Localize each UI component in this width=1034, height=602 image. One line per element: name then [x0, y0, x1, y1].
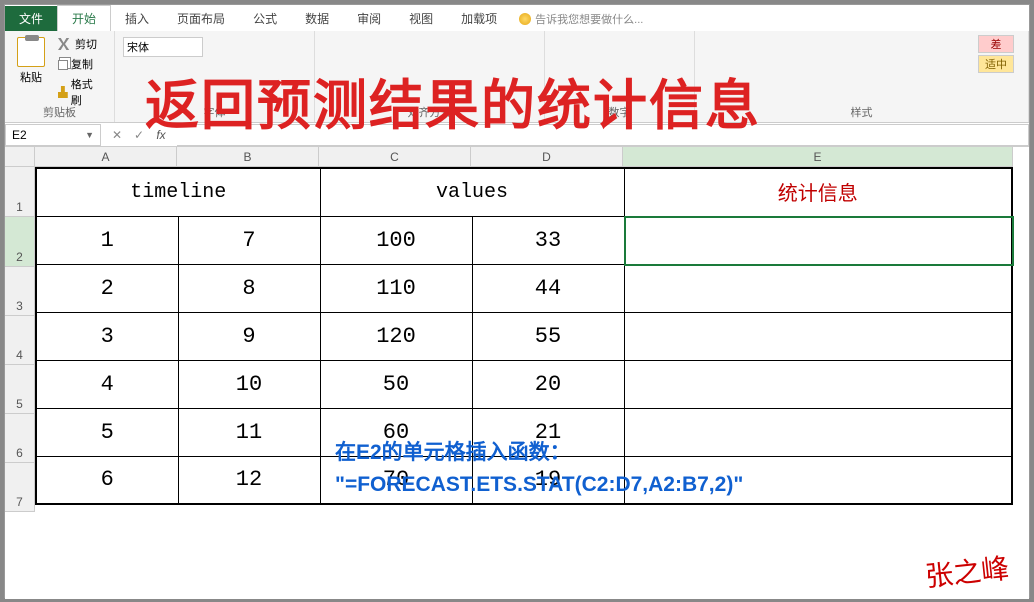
cell[interactable]: 5 — [36, 408, 178, 456]
style-bad[interactable]: 差 — [978, 35, 1014, 53]
tab-file[interactable]: 文件 — [5, 6, 57, 31]
ribbon-group-styles: 差 适中 样式 — [695, 31, 1029, 122]
signature: 张之峰 — [923, 547, 1011, 596]
tab-insert[interactable]: 插入 — [111, 6, 163, 31]
cell[interactable]: 21 — [472, 408, 624, 456]
col-header-a[interactable]: A — [35, 147, 177, 167]
header-timeline[interactable]: timeline — [36, 168, 320, 216]
cell[interactable]: 100 — [320, 216, 472, 264]
cell-e2[interactable] — [624, 216, 1012, 264]
lightbulb-icon — [519, 13, 531, 25]
formula-bar-row: E2 ▼ ✕ ✓ fx — [5, 123, 1029, 147]
col-header-c[interactable]: C — [319, 147, 471, 167]
tab-page-layout[interactable]: 页面布局 — [163, 6, 239, 31]
cell[interactable]: 44 — [472, 264, 624, 312]
column-headers: A B C D E — [5, 147, 1029, 167]
copy-button[interactable]: 复制 — [55, 55, 106, 73]
insert-function-button[interactable]: fx — [151, 126, 171, 144]
row-header-1[interactable]: 1 — [5, 167, 35, 217]
cell[interactable]: 20 — [472, 360, 624, 408]
cell[interactable]: 1 — [36, 216, 178, 264]
ribbon-group-label: 样式 — [695, 104, 1028, 120]
tab-addins[interactable]: 加载项 — [447, 6, 511, 31]
tab-home[interactable]: 开始 — [57, 5, 111, 31]
col-header-d[interactable]: D — [471, 147, 623, 167]
data-table: timeline values 统计信息 1710033 2811044 391… — [35, 167, 1013, 505]
cell[interactable]: 12 — [178, 456, 320, 504]
clipboard-icon — [17, 37, 45, 67]
header-stat[interactable]: 统计信息 — [624, 168, 1012, 216]
ribbon-group-alignment: 对齐方式 — [315, 31, 545, 122]
row-header-2[interactable]: 2 — [5, 217, 35, 267]
ribbon-group-clipboard: 粘贴 剪切 复制 格式刷 剪贴板 — [5, 31, 115, 122]
header-values[interactable]: values — [320, 168, 624, 216]
cell[interactable]: 33 — [472, 216, 624, 264]
cell[interactable] — [624, 360, 1012, 408]
ribbon-group-label: 对齐方式 — [315, 104, 544, 120]
ribbon-group-label: 数字 — [545, 104, 694, 120]
col-header-e[interactable]: E — [623, 147, 1013, 167]
cell[interactable] — [624, 312, 1012, 360]
cell[interactable]: 2 — [36, 264, 178, 312]
name-box-value: E2 — [12, 128, 27, 142]
scissors-icon — [58, 38, 72, 50]
cell[interactable]: 60 — [320, 408, 472, 456]
cell[interactable]: 9 — [178, 312, 320, 360]
row-header-3[interactable]: 3 — [5, 267, 35, 316]
app-window: 文件 开始 插入 页面布局 公式 数据 审阅 视图 加载项 告诉我您想要做什么.… — [4, 4, 1030, 598]
cell[interactable]: 19 — [472, 456, 624, 504]
copy-icon — [58, 60, 68, 70]
spreadsheet-grid[interactable]: A B C D E timeline values 统计信息 1710033 2… — [5, 147, 1029, 599]
cell[interactable] — [624, 408, 1012, 456]
formula-bar[interactable] — [177, 124, 1029, 146]
cell[interactable]: 7 — [178, 216, 320, 264]
cell[interactable] — [624, 456, 1012, 504]
tab-view[interactable]: 视图 — [395, 6, 447, 31]
cell[interactable]: 70 — [320, 456, 472, 504]
tab-formulas[interactable]: 公式 — [239, 6, 291, 31]
cell[interactable] — [624, 264, 1012, 312]
cell[interactable]: 3 — [36, 312, 178, 360]
cell[interactable]: 11 — [178, 408, 320, 456]
cell[interactable]: 50 — [320, 360, 472, 408]
confirm-formula-button[interactable]: ✓ — [129, 126, 149, 144]
tab-bar: 文件 开始 插入 页面布局 公式 数据 审阅 视图 加载项 告诉我您想要做什么.… — [5, 5, 1029, 31]
brush-icon — [58, 86, 68, 98]
tab-data[interactable]: 数据 — [291, 6, 343, 31]
cut-button[interactable]: 剪切 — [55, 35, 106, 53]
cell[interactable]: 4 — [36, 360, 178, 408]
row-header-6[interactable]: 6 — [5, 414, 35, 463]
cell[interactable]: 120 — [320, 312, 472, 360]
chevron-down-icon: ▼ — [85, 130, 94, 140]
style-good[interactable]: 适中 — [978, 55, 1014, 73]
formula-buttons: ✕ ✓ fx — [101, 126, 177, 144]
tell-me-search[interactable]: 告诉我您想要做什么... — [511, 7, 651, 31]
ribbon-group-font: 字体 — [115, 31, 315, 122]
copy-label: 复制 — [71, 56, 93, 72]
tab-review[interactable]: 审阅 — [343, 6, 395, 31]
select-all-corner[interactable] — [5, 147, 35, 167]
cell[interactable]: 10 — [178, 360, 320, 408]
font-name-input[interactable] — [123, 37, 203, 57]
ribbon-group-label: 剪贴板 — [5, 104, 114, 120]
row-header-5[interactable]: 5 — [5, 365, 35, 414]
col-header-b[interactable]: B — [177, 147, 319, 167]
cell[interactable]: 55 — [472, 312, 624, 360]
cell[interactable]: 8 — [178, 264, 320, 312]
paste-label: 粘贴 — [20, 69, 42, 85]
ribbon-group-number: 数字 — [545, 31, 695, 122]
tell-me-placeholder: 告诉我您想要做什么... — [535, 11, 643, 27]
row-header-4[interactable]: 4 — [5, 316, 35, 365]
ribbon-group-label: 字体 — [115, 104, 314, 120]
cell[interactable]: 110 — [320, 264, 472, 312]
row-header-7[interactable]: 7 — [5, 463, 35, 512]
cell[interactable]: 6 — [36, 456, 178, 504]
name-box[interactable]: E2 ▼ — [5, 124, 101, 146]
cut-label: 剪切 — [75, 36, 97, 52]
cancel-formula-button[interactable]: ✕ — [107, 126, 127, 144]
ribbon: 粘贴 剪切 复制 格式刷 剪贴板 字体 对齐方式 数字 — [5, 31, 1029, 123]
